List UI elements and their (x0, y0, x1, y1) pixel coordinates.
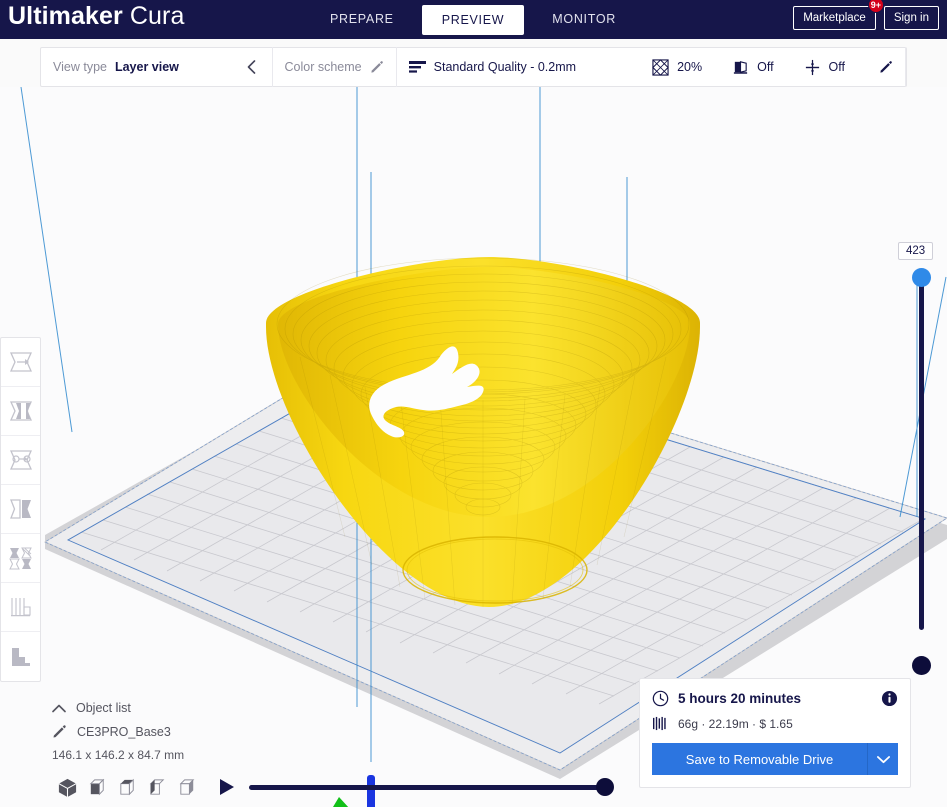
tab-preview[interactable]: PREVIEW (421, 4, 525, 35)
mirror-tool[interactable] (1, 485, 40, 534)
layer-slider[interactable]: 423 (898, 242, 939, 682)
view-3d-icon[interactable] (52, 773, 82, 801)
app-logo: Ultimaker Cura (8, 2, 184, 31)
rotate-icon (8, 448, 34, 472)
object-list-title: Object list (76, 701, 131, 715)
simulation-slider[interactable] (249, 778, 614, 796)
tab-prepare[interactable]: PREPARE (310, 0, 414, 39)
view-front-icon[interactable] (82, 773, 112, 801)
left-tool-sidebar (0, 337, 41, 682)
view-left-icon[interactable] (142, 773, 172, 801)
supports-eraser-icon (8, 645, 34, 669)
view-type-segment[interactable]: View type Layer view (41, 47, 273, 87)
object-dimensions: 146.1 x 146.2 x 84.7 mm (52, 748, 185, 762)
brand-ultimaker: Ultimaker (8, 2, 123, 30)
supports-eraser-tool[interactable] (1, 632, 40, 681)
main-tabs: PREPARE PREVIEW MONITOR (310, 0, 636, 39)
material-icon (652, 716, 669, 731)
mirror-icon (8, 497, 34, 521)
profile-value: Standard Quality - 0.2mm (433, 60, 577, 74)
print-time-row: 5 hours 20 minutes (652, 690, 898, 707)
per-model-settings-tool[interactable] (1, 534, 40, 583)
infill-value: 20% (677, 60, 703, 74)
per-model-icon (8, 546, 34, 570)
color-scheme-label: Color scheme (284, 60, 362, 74)
layer-slider-value: 423 (898, 242, 934, 260)
save-button-group: Save to Removable Drive (652, 743, 898, 775)
play-icon[interactable] (218, 778, 235, 796)
view-type-value: Layer view (114, 60, 179, 74)
sign-in-button[interactable]: Sign in (883, 6, 939, 30)
move-icon (8, 350, 34, 374)
save-to-removable-drive-button[interactable]: Save to Removable Drive (652, 743, 868, 775)
marketplace-button[interactable]: Marketplace (793, 6, 876, 30)
view-type-label: View type (53, 60, 107, 74)
layer-slider-lower-handle[interactable] (912, 656, 931, 675)
scale-tool[interactable] (1, 387, 40, 436)
scale-icon (8, 399, 34, 423)
chevron-up-icon[interactable] (52, 704, 66, 713)
support-icon (732, 59, 749, 76)
bottom-bar (52, 773, 614, 801)
chevron-left-icon[interactable] (243, 60, 260, 74)
simulation-slider-track[interactable] (249, 784, 612, 790)
view-top-icon[interactable] (112, 773, 142, 801)
tab-monitor[interactable]: MONITOR (532, 0, 636, 39)
3d-viewport[interactable]: 423 Object list CE3PRO_Base3 146.1 x 146… (0, 87, 947, 807)
color-scheme-segment[interactable]: Color scheme (273, 47, 397, 87)
layer-height-icon (408, 60, 426, 75)
view-right-icon[interactable] (172, 773, 202, 801)
object-name: CE3PRO_Base3 (77, 724, 171, 739)
brand-cura: Cura (129, 2, 185, 30)
support-value: Off (757, 60, 774, 74)
save-dropdown-button[interactable] (868, 743, 898, 775)
support-blocker-tool[interactable] (1, 583, 40, 632)
print-info-card: 5 hours 20 minutes 66g · 22.19m · $ 1.65… (639, 678, 911, 788)
rotate-tool[interactable] (1, 436, 40, 485)
preview-toolbar: View type Layer view Color scheme Standa… (40, 47, 907, 87)
object-list-header[interactable]: Object list (52, 701, 184, 715)
object-list-item[interactable]: CE3PRO_Base3 (52, 724, 184, 739)
move-tool[interactable] (1, 338, 40, 387)
pencil-icon[interactable] (52, 724, 67, 739)
top-right-actions: Marketplace 9+ Sign in (793, 0, 939, 30)
adhesion-icon (804, 59, 821, 76)
clock-icon (652, 690, 669, 707)
cura-application: Ultimaker Cura PREPARE PREVIEW MONITOR M… (0, 0, 947, 807)
print-time: 5 hours 20 minutes (678, 691, 802, 706)
pencil-icon[interactable] (370, 60, 384, 74)
layer-slider-upper-handle[interactable] (912, 268, 931, 287)
marketplace-badge: 9+ (867, 0, 884, 13)
top-bar: Ultimaker Cura PREPARE PREVIEW MONITOR M… (0, 0, 947, 39)
adhesion-value: Off (828, 60, 845, 74)
object-list-panel: Object list CE3PRO_Base3 146.1 x 146.2 x… (52, 701, 184, 762)
settings-pencil-icon[interactable] (879, 60, 893, 74)
simulation-slider-handle[interactable] (596, 778, 614, 796)
info-icon[interactable] (881, 690, 898, 707)
print-settings-segment[interactable]: Standard Quality - 0.2mm 20% Off Off (397, 47, 906, 87)
support-blocker-icon (8, 595, 34, 619)
chevron-down-icon (876, 755, 890, 764)
infill-icon (652, 58, 669, 76)
layer-slider-track[interactable] (919, 275, 924, 630)
marketplace-wrapper: Marketplace 9+ (793, 0, 884, 30)
material-usage: 66g · 22.19m · $ 1.65 (678, 716, 793, 731)
material-row: 66g · 22.19m · $ 1.65 (652, 716, 898, 731)
